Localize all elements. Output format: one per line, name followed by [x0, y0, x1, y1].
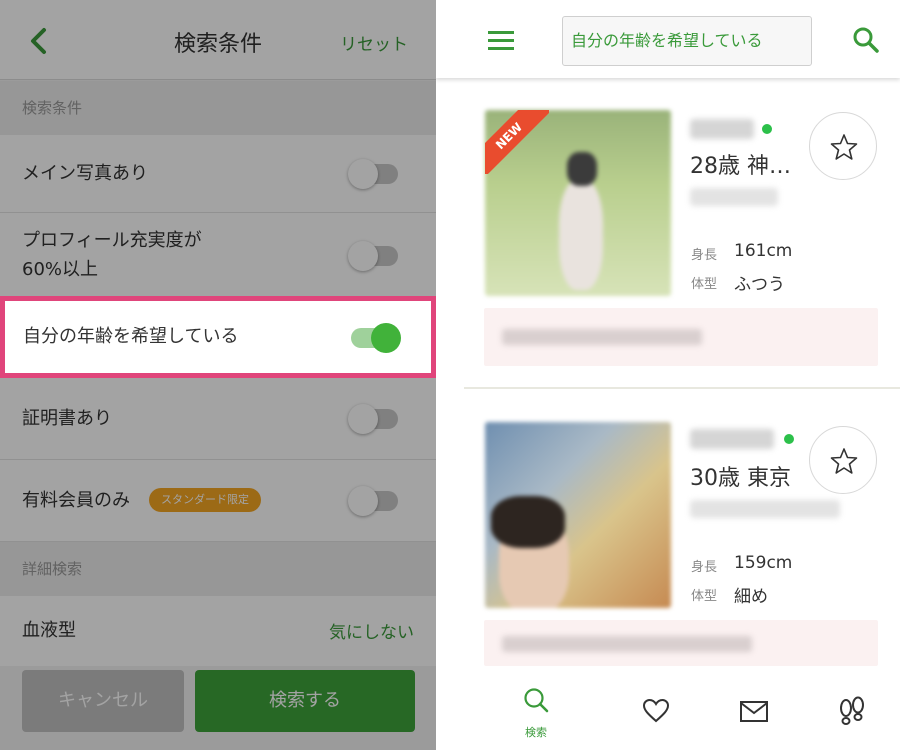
height-label: 身長	[691, 248, 718, 263]
tab-likes[interactable]	[636, 684, 676, 740]
heart-icon	[642, 698, 670, 723]
menu-icon[interactable]	[488, 30, 514, 50]
body-type-label: 体型	[691, 277, 718, 292]
favorite-button[interactable]	[809, 426, 877, 494]
subtext-redacted	[690, 188, 778, 206]
online-indicator	[784, 434, 794, 444]
star-icon	[830, 448, 858, 474]
body-type-value: ふつう	[734, 275, 785, 295]
age-location: 28歳 神…	[690, 154, 791, 179]
results-header: 自分の年齢を希望している	[436, 0, 900, 78]
search-results-panel: 自分の年齢を希望している NEW 28歳 神… 身長 161cm 体型 ふつう	[436, 0, 900, 750]
wants-my-age-toggle[interactable]	[351, 323, 401, 353]
message-preview	[484, 620, 878, 666]
profile-card[interactable]: NEW 28歳 神… 身長 161cm 体型 ふつう	[464, 78, 880, 388]
message-preview	[484, 308, 878, 366]
search-input[interactable]: 自分の年齢を希望している	[562, 16, 812, 66]
new-badge: NEW	[485, 110, 549, 174]
subtext-redacted	[690, 500, 840, 518]
tab-search[interactable]: 検索	[516, 684, 556, 740]
bottom-tab-bar: 検索	[436, 666, 900, 750]
star-icon	[830, 134, 858, 160]
name-redacted	[690, 119, 754, 139]
name-redacted	[690, 429, 774, 449]
row-wants-my-age: 自分の年齢を希望している	[0, 296, 436, 378]
height-value: 161cm	[734, 241, 793, 261]
card-divider	[464, 387, 900, 389]
profile-photo[interactable]	[485, 422, 671, 608]
favorite-button[interactable]	[809, 112, 877, 180]
online-indicator	[762, 124, 772, 134]
tab-footprints[interactable]	[832, 684, 872, 740]
footprints-icon	[840, 696, 864, 725]
search-icon	[524, 688, 549, 713]
height-label: 身長	[691, 560, 718, 575]
height-value: 159cm	[734, 553, 793, 573]
tab-search-label: 検索	[525, 726, 547, 739]
search-conditions-panel: 検索条件 リセット 検索条件 メイン写真あり プロフィール充実度が 60%以上 …	[0, 0, 436, 750]
tab-messages[interactable]	[734, 684, 774, 740]
age-location: 30歳 東京	[690, 466, 791, 491]
profile-card[interactable]: 30歳 東京 身長 159cm 体型 細め	[464, 390, 880, 666]
body-type-label: 体型	[691, 589, 718, 604]
wants-my-age-label: 自分の年齢を希望している	[23, 326, 239, 347]
body-type-value: 細め	[734, 587, 768, 607]
mail-icon	[740, 701, 768, 722]
search-icon[interactable]	[852, 26, 880, 54]
